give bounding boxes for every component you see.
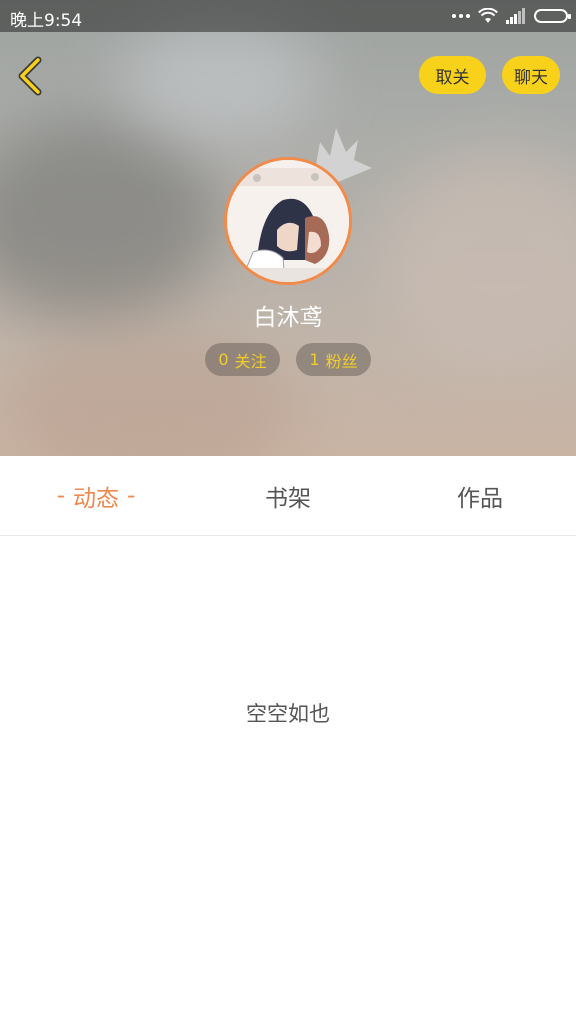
signal-icon <box>506 8 525 24</box>
tab-active-indicator: - <box>127 483 136 509</box>
tab-works[interactable]: 作品 <box>384 457 576 535</box>
tab-bookshelf[interactable]: 书架 <box>192 457 384 535</box>
battery-icon <box>534 9 571 23</box>
back-button[interactable] <box>12 54 52 98</box>
fans-label: 粉丝 <box>325 351 358 371</box>
following-number: 0 <box>218 350 229 369</box>
status-time: 晚上9:54 <box>10 11 83 31</box>
profile-tabs: - 动态 - 书架 作品 <box>0 457 576 536</box>
avatar-image <box>227 160 349 282</box>
empty-state-message: 空空如也 <box>246 702 330 726</box>
tab-label: 作品 <box>457 486 503 512</box>
chevron-left-icon <box>18 56 42 96</box>
status-bar: 晚上9:54 <box>0 0 576 32</box>
fans-count[interactable]: 1 粉丝 <box>296 343 371 376</box>
tab-activity[interactable]: - 动态 - <box>0 457 192 535</box>
wifi-icon <box>478 8 498 23</box>
tab-label: 动态 <box>73 486 119 512</box>
profile-header: 晚上9:54 取关 聊天 白沐鸢 0 关注 1 粉丝 <box>0 0 576 456</box>
chat-button[interactable]: 聊天 <box>502 56 560 94</box>
unfollow-button[interactable]: 取关 <box>419 56 486 94</box>
avatar[interactable] <box>224 157 352 285</box>
tab-label: 书架 <box>265 486 311 512</box>
background-blur <box>380 150 576 370</box>
background-blur <box>120 20 320 140</box>
fans-number: 1 <box>309 350 320 369</box>
more-dots-icon <box>452 14 470 18</box>
background-blur <box>0 120 220 320</box>
status-icons <box>452 7 571 25</box>
username: 白沐鸢 <box>253 305 323 331</box>
following-count[interactable]: 0 关注 <box>205 343 280 376</box>
tab-active-indicator: - <box>56 483 65 509</box>
following-label: 关注 <box>234 351 267 371</box>
